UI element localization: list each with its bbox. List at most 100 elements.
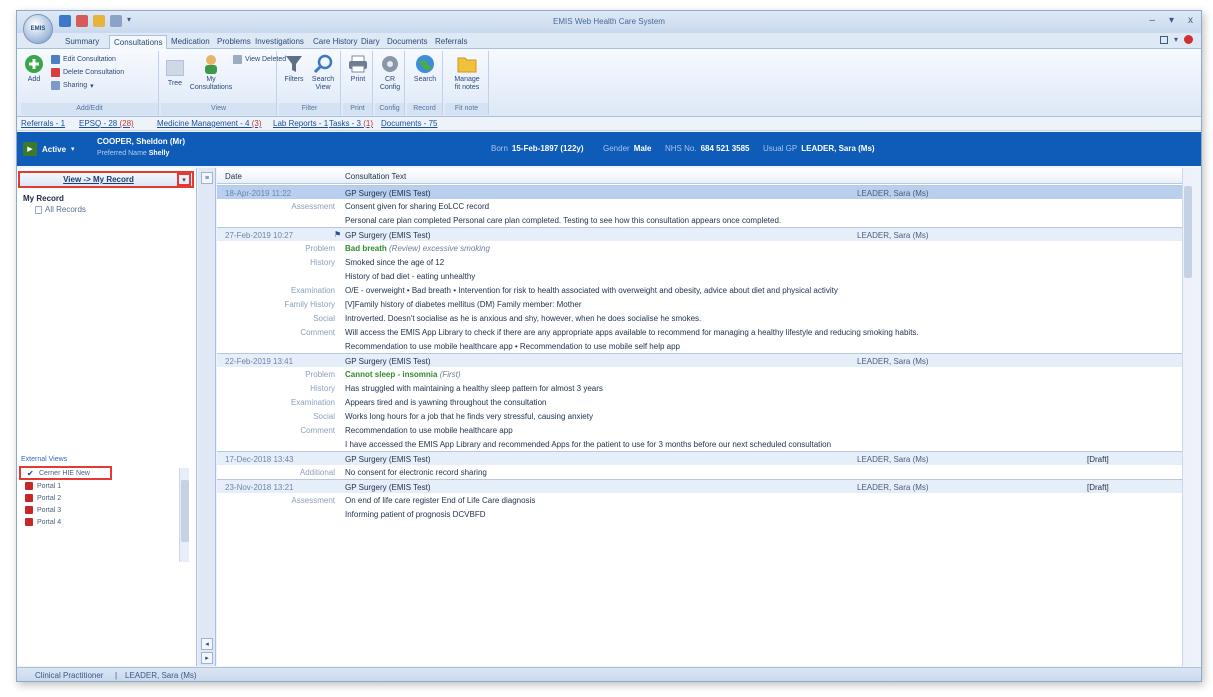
entry-text-main: Smoked since the age of 12: [345, 258, 445, 267]
entry-text-main: Cannot sleep - insomnia: [345, 370, 438, 379]
referrals-link[interactable]: Referrals - 1: [21, 119, 65, 128]
external-view-portal-2[interactable]: Portal 2: [19, 492, 179, 504]
filters-button[interactable]: Filters: [283, 53, 305, 84]
tasks-link-count: (1): [363, 119, 374, 128]
restore-icon[interactable]: [1159, 35, 1168, 44]
column-consultation-text[interactable]: Consultation Text: [345, 172, 406, 181]
tasks-link[interactable]: Tasks - 3 (1): [329, 119, 373, 128]
sharing-dropdown-icon: ▾: [90, 82, 94, 90]
consultations-grid: Date Consultation Text 18-Apr-2019 11:22…: [217, 168, 1192, 666]
grid-scrollbar[interactable]: [1182, 168, 1192, 666]
patient-name: COOPER, Sheldon (Mr): [97, 137, 185, 146]
tab-medication[interactable]: Medication: [167, 35, 214, 49]
consultation-entry-row[interactable]: Recommendation to use mobile healthcare …: [217, 339, 1192, 353]
documents-link[interactable]: Documents - 75: [381, 119, 437, 128]
add-button[interactable]: Add: [23, 53, 45, 84]
consultation-entry-row[interactable]: Family History [V]Family history of diabe…: [217, 297, 1192, 311]
usual-gp-field: Usual GP LEADER, Sara (Ms): [763, 144, 875, 153]
help-dropdown-icon[interactable]: ▾: [1174, 35, 1178, 44]
tree-item-my-record[interactable]: My Record: [23, 194, 86, 203]
consultation-entry-row[interactable]: Social Introverted. Doesn't socialise as …: [217, 311, 1192, 325]
tree-item-all-records[interactable]: All Records: [35, 205, 86, 214]
alert-icon[interactable]: [1184, 35, 1193, 44]
entry-text-main: Will access the EMIS App Library to chec…: [345, 328, 919, 337]
entry-text-qualifier: (Review) excessive smoking: [386, 244, 490, 253]
tab-documents[interactable]: Documents: [383, 35, 431, 49]
tab-referrals[interactable]: Referrals: [431, 35, 471, 49]
consultation-header-row[interactable]: 22-Feb-2019 13:41 GP Surgery (EMIS Test) L…: [217, 353, 1192, 367]
external-view-portal-1[interactable]: Portal 1: [19, 480, 179, 492]
print-button[interactable]: Print: [347, 53, 369, 84]
entry-text: Recommendation to use mobile healthcare …: [345, 426, 513, 435]
entry-text-main: Appears tired and is yawning throughout …: [345, 398, 547, 407]
consultation-header-row[interactable]: 18-Apr-2019 11:22 GP Surgery (EMIS Test) L…: [217, 185, 1192, 199]
tree-button[interactable]: Tree: [165, 57, 185, 88]
consultation-entry-row[interactable]: Comment Recommendation to use mobile heal…: [217, 423, 1192, 437]
consultation-entry-row[interactable]: History Has struggled with maintaining a …: [217, 381, 1192, 395]
consultation-entry-row[interactable]: Additional No consent for electronic reco…: [217, 465, 1192, 479]
record-search-button[interactable]: Search: [413, 53, 437, 84]
consultation-entry-row[interactable]: Comment Will access the EMIS App Library …: [217, 325, 1192, 339]
epsq-link[interactable]: EPSQ - 28 (28): [79, 119, 134, 128]
consultation-entry-row[interactable]: History Smoked since the age of 12: [217, 255, 1192, 269]
app-menu-orb[interactable]: EMIS: [23, 14, 53, 44]
delete-consultation-button[interactable]: Delete Consultation: [51, 68, 124, 77]
entry-heading: History: [310, 384, 335, 393]
tab-care-history[interactable]: Care History: [309, 35, 361, 49]
medicine-management-link[interactable]: Medicine Management - 4 (3): [157, 119, 262, 128]
navigate-right-icon[interactable]: ▸: [201, 652, 213, 664]
scrollbar-thumb[interactable]: [181, 480, 189, 542]
born-field: Born 15-Feb-1897 (122y): [491, 144, 584, 153]
consultation-entry-row[interactable]: I have accessed the EMIS App Library and…: [217, 437, 1192, 451]
view-dropdown-button[interactable]: ▾: [177, 173, 191, 186]
collapse-pane-button[interactable]: ≡: [201, 172, 213, 184]
tab-right-tools: ▾: [1159, 35, 1193, 44]
status-user: LEADER, Sara (Ms): [125, 671, 197, 680]
external-view-portal-4[interactable]: Portal 4: [19, 516, 179, 528]
record-search-label: Search: [413, 76, 437, 83]
consultation-entry-row[interactable]: Examination Appears tired and is yawning …: [217, 395, 1192, 409]
consultation-entry-row[interactable]: Personal care plan completed Personal ca…: [217, 213, 1192, 227]
consultation-location: GP Surgery (EMIS Test): [345, 189, 431, 198]
consultation-header-row[interactable]: 27-Feb-2019 10:27 ⚑ GP Surgery (EMIS Test)…: [217, 227, 1192, 241]
manage-fit-notes-button[interactable]: Manage fit notes: [451, 53, 483, 92]
search-view-button[interactable]: Search View: [309, 53, 337, 92]
external-views-scrollbar[interactable]: [179, 468, 189, 562]
external-view-cerner[interactable]: ✔ Cerner HIE New: [19, 466, 112, 480]
tab-summary[interactable]: Summary: [61, 35, 103, 49]
consultation-entry-row[interactable]: Informing patient of prognosis DCVBFD: [217, 507, 1192, 521]
consultation-entry-row[interactable]: Social Works long hours for a job that he…: [217, 409, 1192, 423]
navigate-left-icon[interactable]: ◂: [201, 638, 213, 650]
tab-problems[interactable]: Problems: [213, 35, 255, 49]
record-status[interactable]: ▶ Active ▾: [19, 136, 91, 162]
consultation-header-row[interactable]: 17-Dec-2018 13:43 GP Surgery (EMIS Test) L…: [217, 451, 1192, 465]
consultation-entry-row[interactable]: History of bad diet - eating unhealthy: [217, 269, 1192, 283]
consultation-entry-row[interactable]: Problem Cannot sleep - insomnia (First): [217, 367, 1192, 381]
column-date[interactable]: Date: [225, 172, 242, 181]
consultation-entry-row[interactable]: Assessment On end of life care register E…: [217, 493, 1192, 507]
cr-config-button[interactable]: CR Config: [378, 53, 402, 92]
consultation-date: 18-Apr-2019 11:22: [225, 189, 292, 198]
consultation-header-row[interactable]: 23-Nov-2018 13:21 GP Surgery (EMIS Test) L…: [217, 479, 1192, 493]
view-my-record-button[interactable]: View -> My Record: [20, 175, 177, 184]
edit-consultation-button[interactable]: Edit Consultation: [51, 55, 116, 64]
born-value: 15-Feb-1897 (122y): [511, 144, 584, 153]
lab-reports-link[interactable]: Lab Reports - 1: [273, 119, 328, 128]
portal-icon: [25, 518, 33, 526]
pane-splitter[interactable]: ≡ ◂ ▸: [198, 168, 216, 666]
tab-consultations[interactable]: Consultations: [109, 35, 168, 49]
grid-scrollbar-thumb[interactable]: [1184, 186, 1192, 278]
tab-investigations[interactable]: Investigations: [251, 35, 308, 49]
title-bar: EMIS ▾ EMIS Web Health Care System – ▾ x: [17, 11, 1201, 44]
tab-diary[interactable]: Diary: [357, 35, 384, 49]
external-view-portal-3[interactable]: Portal 3: [19, 504, 179, 516]
status-role: Clinical Practitioner: [35, 671, 104, 680]
close-button[interactable]: x: [1188, 15, 1193, 26]
my-consultations-button[interactable]: My Consultations: [190, 53, 232, 92]
minimize-button[interactable]: –: [1149, 15, 1155, 26]
options-button[interactable]: ▾: [1169, 15, 1174, 26]
consultation-entry-row[interactable]: Assessment Consent given for sharing EoLC…: [217, 199, 1192, 213]
consultation-entry-row[interactable]: Problem Bad breath (Review) excessive smo…: [217, 241, 1192, 255]
consultation-entry-row[interactable]: Examination O/E - overweight • Bad breath…: [217, 283, 1192, 297]
sharing-button[interactable]: Sharing ▾: [51, 81, 94, 90]
